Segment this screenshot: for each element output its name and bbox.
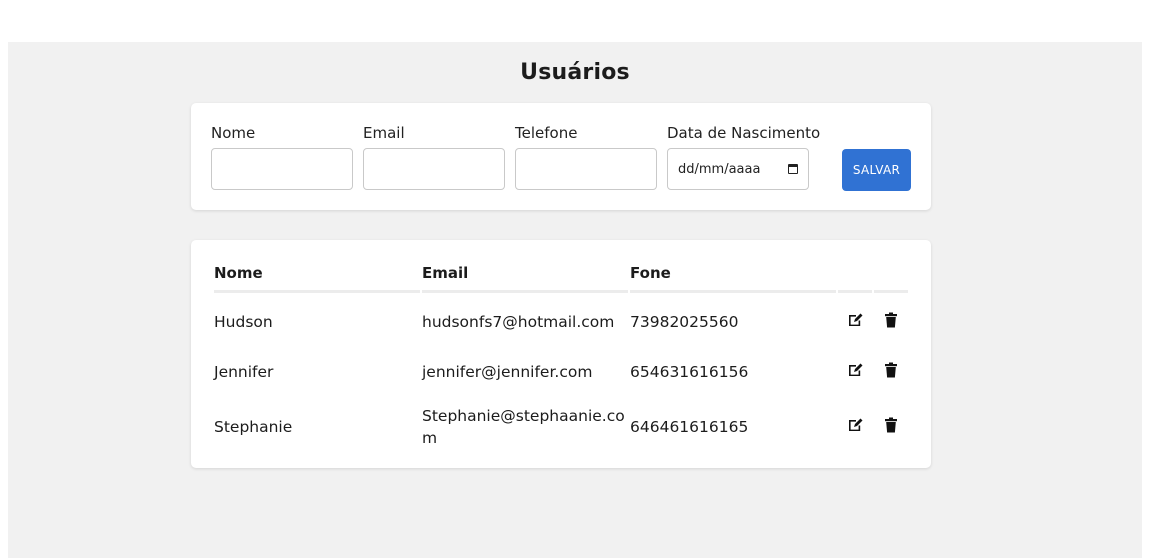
table-header-row: Nome Email Fone — [214, 256, 908, 293]
trash-icon[interactable] — [882, 361, 900, 379]
birthdate-input[interactable]: dd/mm/aaaa — [667, 148, 809, 190]
cell-email: hudsonfs7@hotmail.com — [422, 313, 615, 331]
user-form: Nome Email Telefone Data de Nascimento d… — [191, 103, 931, 210]
users-table: Nome Email Fone Hudson hudsonfs7@hotmail… — [212, 256, 910, 461]
save-button[interactable]: SALVAR — [842, 149, 911, 191]
cell-email: jennifer@jennifer.com — [422, 363, 593, 381]
phone-field: Telefone — [515, 124, 657, 190]
header-edit — [838, 256, 872, 293]
table-row: Stephanie Stephanie@stephaanie.com 64646… — [214, 393, 908, 461]
users-table-card: Nome Email Fone Hudson hudsonfs7@hotmail… — [191, 240, 931, 468]
header-nome: Nome — [214, 256, 420, 293]
cell-nome: Stephanie — [214, 418, 293, 436]
cell-nome: Hudson — [214, 313, 273, 331]
name-field: Nome — [211, 124, 353, 190]
trash-icon[interactable] — [882, 311, 900, 329]
page-panel: Usuários Nome Email Telefone Data de Nas… — [8, 42, 1142, 558]
cell-fone: 646461616165 — [630, 418, 749, 436]
birthdate-field: Data de Nascimento dd/mm/aaaa — [667, 124, 820, 190]
cell-fone: 73982025560 — [630, 313, 739, 331]
birthdate-placeholder: dd/mm/aaaa — [678, 161, 761, 177]
email-field: Email — [363, 124, 505, 190]
email-input[interactable] — [363, 148, 505, 190]
cell-fone: 654631616156 — [630, 363, 749, 381]
name-input[interactable] — [211, 148, 353, 190]
edit-icon[interactable] — [846, 311, 864, 329]
header-email: Email — [422, 256, 628, 293]
page-title: Usuários — [520, 60, 630, 85]
header-fone: Fone — [630, 256, 836, 293]
header-delete — [874, 256, 908, 293]
phone-input[interactable] — [515, 148, 657, 190]
name-label: Nome — [211, 124, 256, 142]
calendar-icon[interactable] — [788, 164, 798, 174]
table-row: Jennifer jennifer@jennifer.com 654631616… — [214, 351, 908, 393]
edit-icon[interactable] — [846, 361, 864, 379]
email-label: Email — [363, 124, 405, 142]
table-row: Hudson hudsonfs7@hotmail.com 73982025560 — [214, 293, 908, 351]
edit-icon[interactable] — [846, 416, 864, 434]
birthdate-label: Data de Nascimento — [667, 124, 821, 142]
trash-icon[interactable] — [882, 416, 900, 434]
phone-label: Telefone — [515, 124, 578, 142]
cell-email: Stephanie@stephaanie.com — [422, 407, 625, 447]
cell-nome: Jennifer — [214, 363, 274, 381]
